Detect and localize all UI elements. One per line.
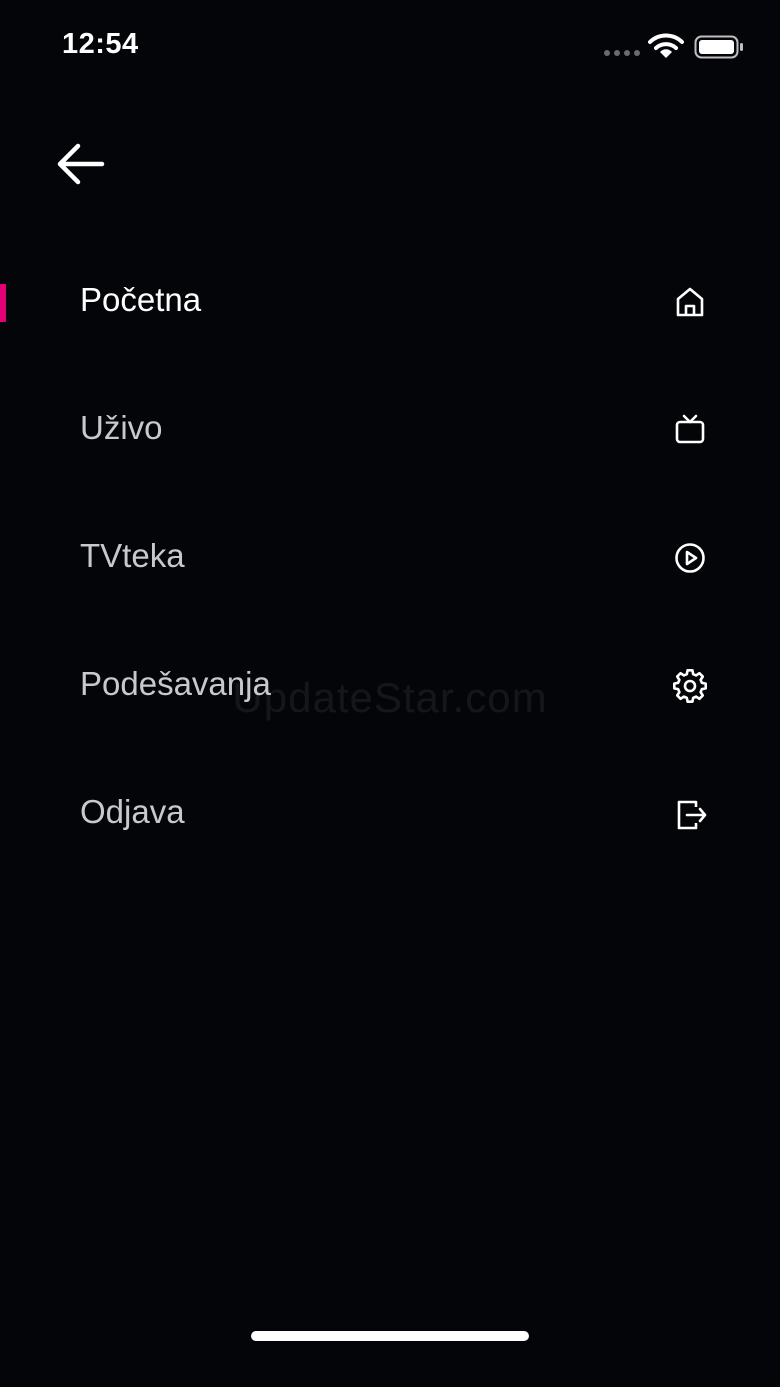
back-button[interactable] — [52, 138, 108, 190]
battery-icon — [694, 35, 744, 59]
menu-item-label: Početna — [80, 281, 202, 318]
signal-icon — [604, 50, 640, 58]
menu-item-podesavanja[interactable]: Podešavanja — [0, 620, 780, 748]
menu-item-label: Odjava — [80, 793, 185, 830]
status-time: 12:54 — [62, 28, 139, 60]
menu-item-odjava[interactable]: Odjava — [0, 748, 780, 876]
wifi-icon — [648, 33, 684, 59]
arrow-left-icon — [57, 143, 105, 185]
logout-icon — [672, 796, 708, 832]
home-icon — [672, 284, 708, 320]
status-bar: 12:54 — [0, 0, 780, 95]
home-indicator[interactable] — [251, 1331, 529, 1341]
active-indicator — [0, 284, 6, 322]
menu-item-label: TVteka — [80, 537, 185, 574]
navigation-menu: Početna Uživo TVteka Podešavanja Odjava — [0, 236, 780, 876]
menu-item-tvteka[interactable]: TVteka — [0, 492, 780, 620]
tv-icon — [672, 412, 708, 448]
menu-item-uzivo[interactable]: Uživo — [0, 364, 780, 492]
menu-item-pocetna[interactable]: Početna — [0, 236, 780, 364]
menu-item-label: Podešavanja — [80, 665, 271, 702]
play-circle-icon — [672, 540, 708, 576]
menu-item-label: Uživo — [80, 409, 163, 446]
gear-icon — [672, 668, 708, 704]
